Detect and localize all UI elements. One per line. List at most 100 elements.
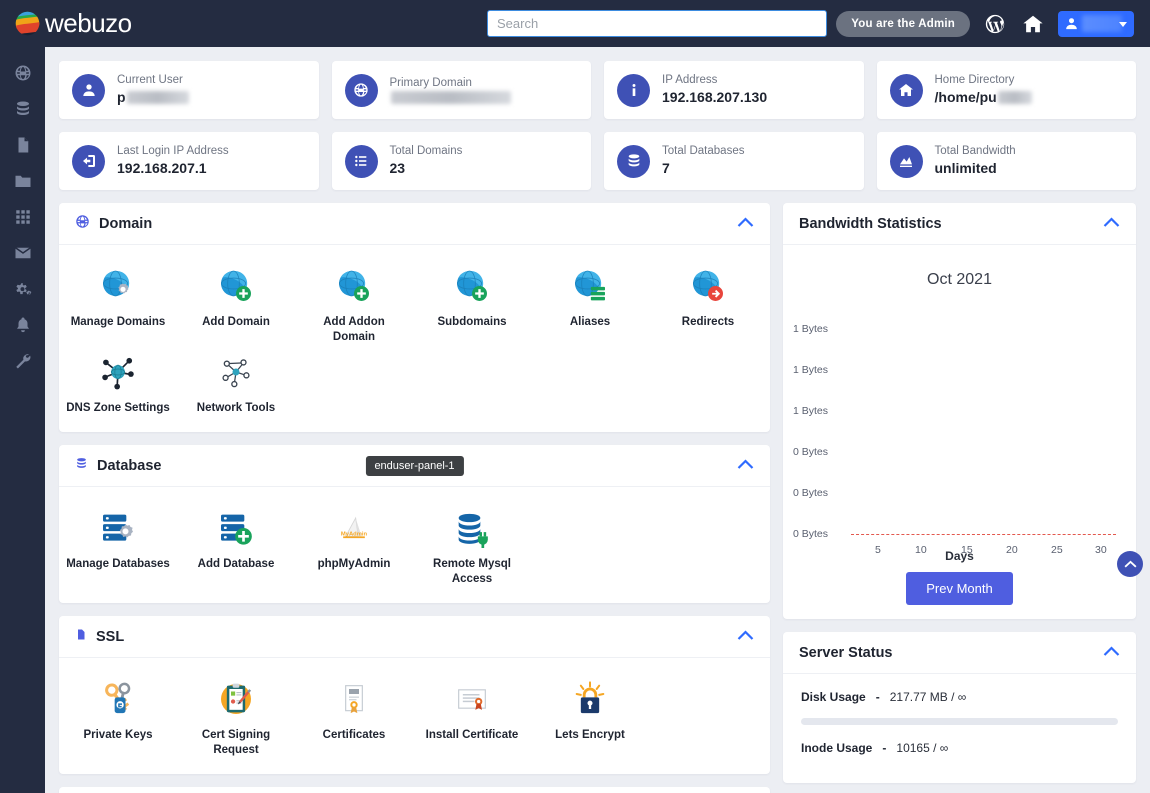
tile-redirects[interactable]: Redirects [649,259,767,345]
tile-subdomains[interactable]: Subdomains [413,259,531,345]
panel-header: Server Status [783,632,1136,674]
tile-label: Subdomains [437,316,507,328]
padlock-shine-icon [569,678,611,720]
status-value: 10165 / ∞ [896,741,949,755]
tile-add-domain[interactable]: Add Domain [177,259,295,345]
stat-value: unlimited [934,160,997,176]
sidebar-item-files[interactable] [14,172,32,190]
certificate-install-icon [451,678,493,720]
status-separator: - [882,741,887,755]
ssl-tiles: Private Keys Cert Signing Request Certif… [59,658,770,774]
tile-manage-domains[interactable]: Manage Domains [59,259,177,345]
panel-title: Domain [99,215,153,232]
stat-value [390,91,511,104]
tile-label: Add Domain [202,316,270,328]
file-icon [75,627,87,647]
status-label: Disk Usage [801,690,866,704]
tile-certificates[interactable]: Certificates [295,672,413,758]
tile-label: Remote Mysql Access [433,558,511,585]
tile-private-keys[interactable]: Private Keys [59,672,177,758]
panel-database: Database enduser-panel-1 Manage Database… [59,445,770,603]
panel-ssl: SSL Private Keys Cert Signing Request Ce… [59,616,770,774]
chevron-up-icon[interactable] [737,457,754,475]
sidebar-item-apps[interactable] [14,208,32,226]
sidebar-item-domains[interactable] [14,64,32,82]
main-content: Current User p Primary Domain IP Address… [45,47,1150,793]
status-label: Inode Usage [801,741,873,755]
list-icon [344,144,378,178]
tile-cert-signing-request[interactable]: Cert Signing Request [177,672,295,758]
network-tools-icon [215,351,257,393]
globe-plus-icon [215,265,257,307]
stat-value: 23 [389,160,406,176]
stat-card-total-bandwidth: Total Bandwidth unlimited [876,132,1136,190]
sidebar-item-notifications[interactable] [14,316,32,334]
webuzo-dashboard: webuzo You are the Admin [0,0,1150,793]
keys-icon [97,678,139,720]
brand[interactable]: webuzo [0,8,240,39]
sidebar-item-databases[interactable] [14,100,32,118]
stat-card-last-login-ip: Last Login IP Address 192.168.207.1 [59,132,319,190]
globe-icon [75,214,90,234]
tile-install-certificate[interactable]: Install Certificate [413,672,531,758]
tile-label: DNS Zone Settings [66,402,170,414]
db-gear-icon [97,507,139,549]
tile-add-database[interactable]: Add Database [177,501,295,587]
scroll-to-top-button[interactable] [1117,551,1143,577]
chevron-up-icon[interactable] [1103,215,1120,233]
top-right-actions: You are the Admin [836,0,1134,47]
tile-label: Lets Encrypt [555,729,625,741]
sidebar-item-advanced[interactable] [14,280,32,298]
webuzo-logo-icon [14,10,41,37]
stat-card-ip-address: IP Address 192.168.207.130 [604,61,864,119]
tile-phpmyadmin[interactable]: MyAdmin phpMyAdmin [295,501,413,587]
globe-plus-icon [451,265,493,307]
sidebar-item-ssl[interactable] [14,136,32,154]
network-node-icon [97,351,139,393]
body: Current User p Primary Domain IP Address… [0,47,1150,793]
redacted-value [126,91,189,104]
chart-icon [889,144,923,178]
home-icon[interactable] [1020,11,1046,37]
stat-value: 192.168.207.1 [117,160,207,176]
svg-text:MyAdmin: MyAdmin [341,532,368,538]
database-icon [75,456,88,476]
tile-remote-mysql-access[interactable]: Remote Mysql Access [413,501,531,587]
tile-label: Cert Signing Request [201,729,271,756]
y-tick: 1 Bytes [793,405,829,417]
chevron-up-icon[interactable] [1103,644,1120,662]
stat-label: Current User [117,74,183,86]
tile-aliases[interactable]: Aliases [531,259,649,345]
wordpress-icon[interactable] [982,11,1008,37]
chevron-up-icon[interactable] [737,215,754,233]
stat-value: /home/pu [935,88,1032,107]
globe-icon [344,73,378,107]
x-tick: 25 [1051,544,1063,556]
phpmyadmin-icon: MyAdmin [333,507,375,549]
sidebar-item-email[interactable] [14,244,32,262]
tile-add-addon-domain[interactable]: Add Addon Domain [295,259,413,345]
y-tick: 0 Bytes [793,446,829,458]
prev-month-button[interactable]: Prev Month [906,572,1013,605]
stat-card-current-user: Current User p [59,61,319,119]
tile-network-tools[interactable]: Network Tools [177,345,295,416]
chevron-down-icon [1119,21,1127,27]
status-value: 217.77 MB / ∞ [889,690,967,704]
username-redacted [1082,14,1122,32]
tile-lets-encrypt[interactable]: Lets Encrypt [531,672,649,758]
stat-card-primary-domain: Primary Domain [331,61,591,119]
tile-dns-zone-settings[interactable]: DNS Zone Settings [59,345,177,416]
database-tiles: Manage Databases Add Database MyAdmin ph… [59,487,770,603]
search-input[interactable] [487,10,827,37]
search-container [487,10,827,37]
stat-label: Primary Domain [389,77,472,89]
tile-manage-databases[interactable]: Manage Databases [59,501,177,587]
y-tick: 0 Bytes [793,487,829,499]
chevron-up-icon[interactable] [737,628,754,646]
tile-label: phpMyAdmin [317,558,391,570]
sidebar-item-tools[interactable] [14,352,32,370]
panel-bandwidth-statistics: Bandwidth Statistics Oct 2021 1 Bytes 1 … [783,203,1136,619]
user-menu-button[interactable] [1058,10,1134,37]
panel-header: Domain [59,203,770,245]
panel-header: Database enduser-panel-1 [59,445,770,487]
